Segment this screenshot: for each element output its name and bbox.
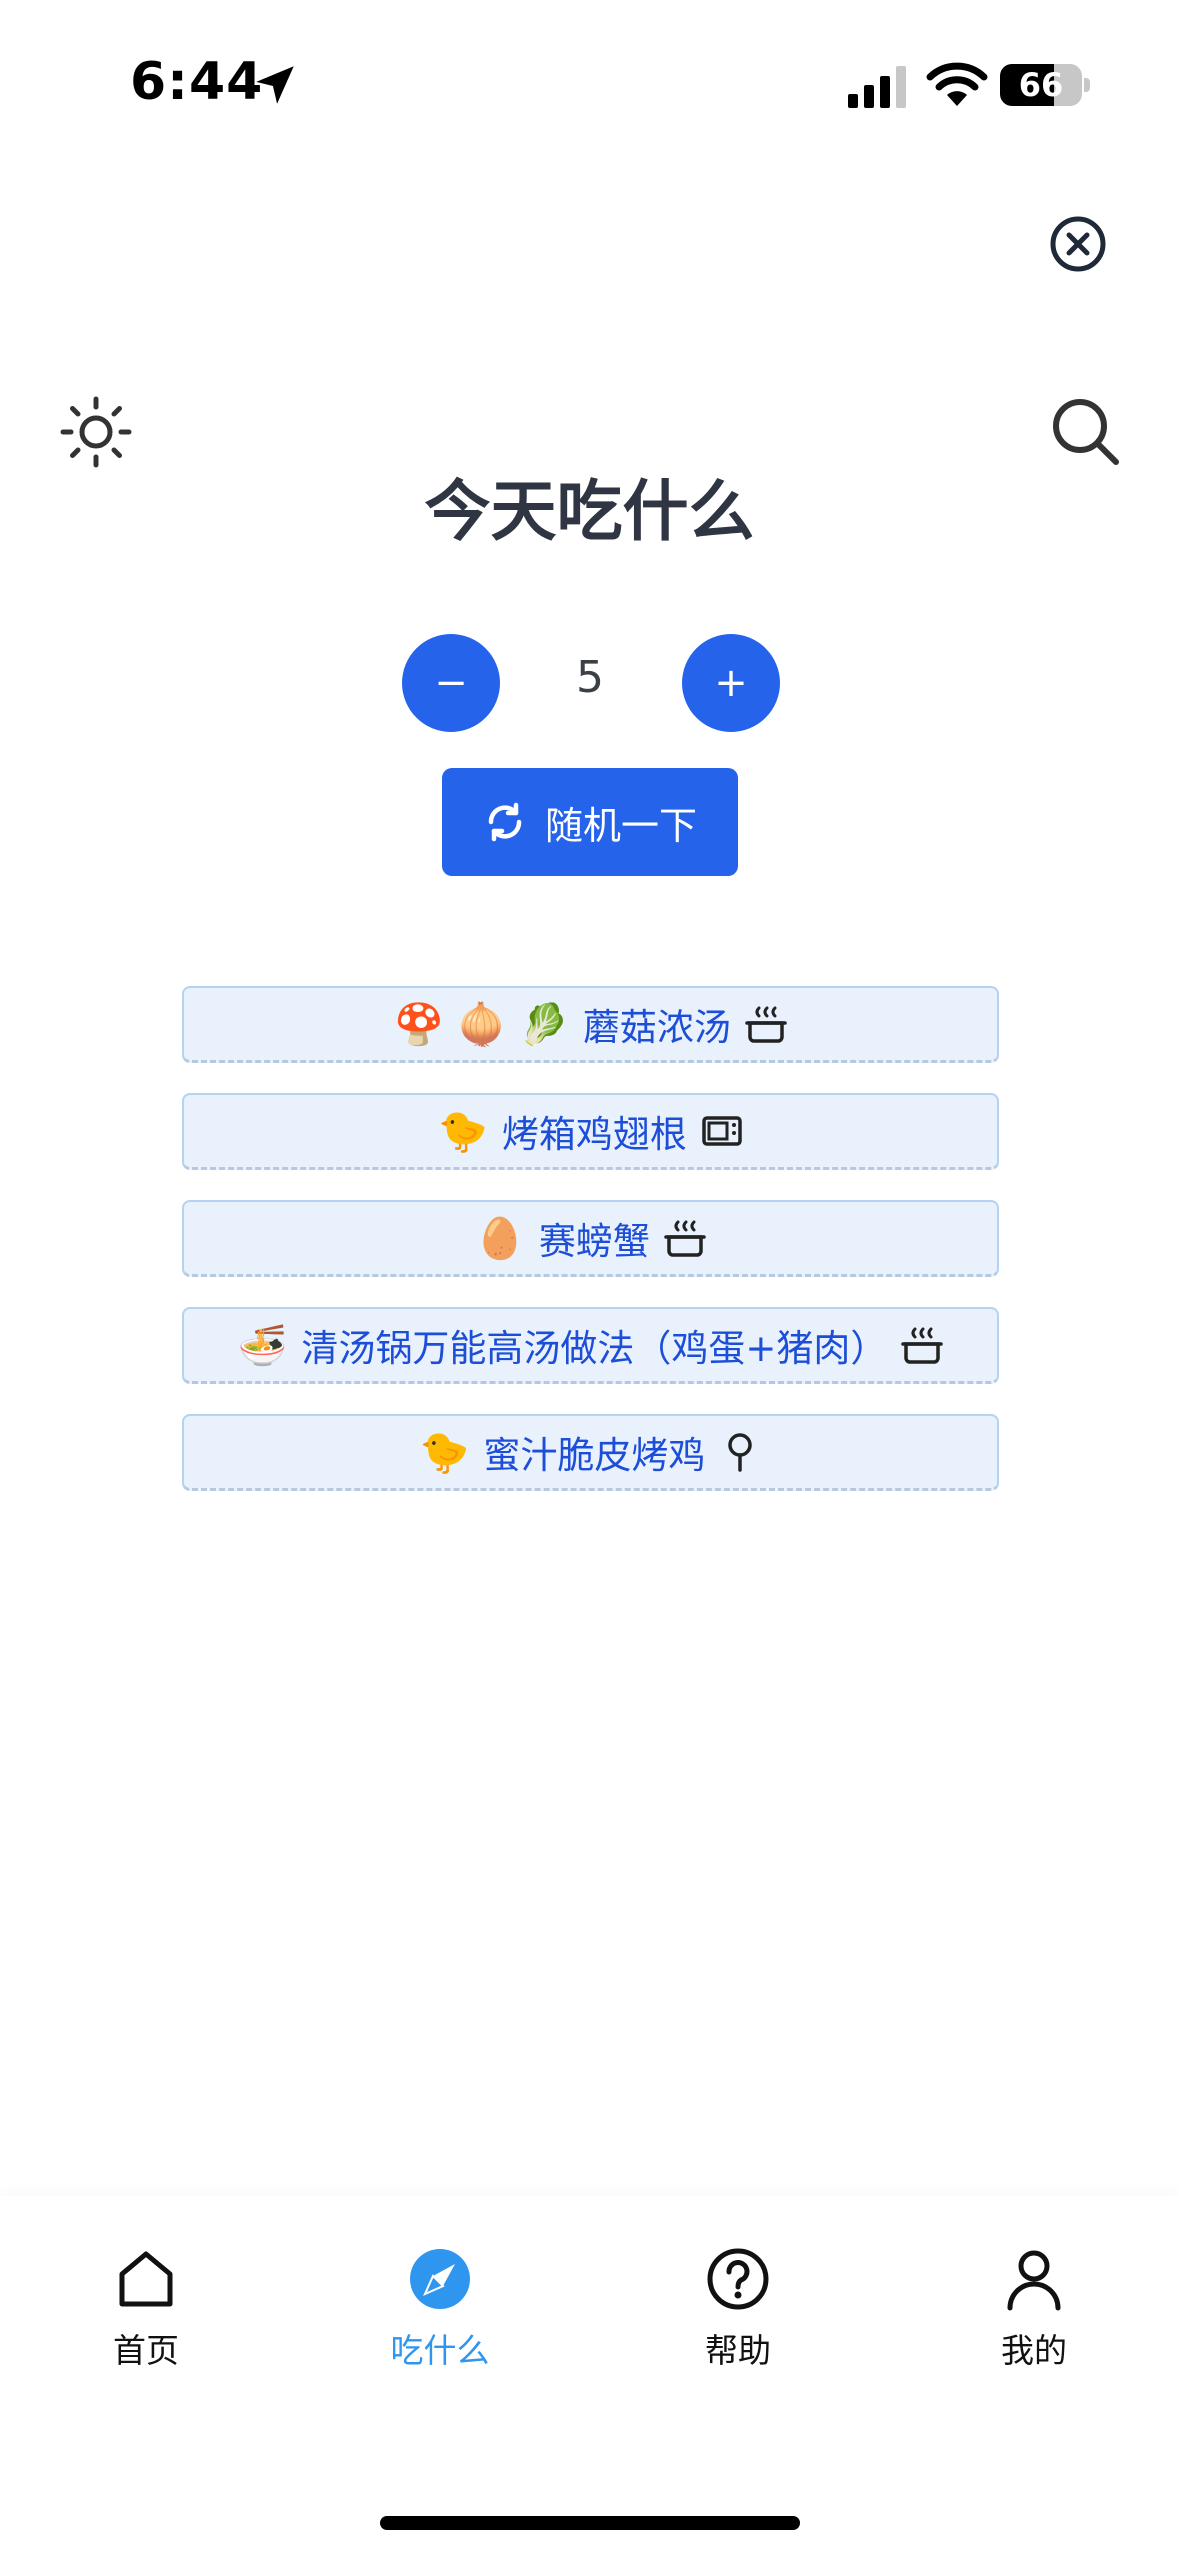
- tab-home[interactable]: 首页: [46, 2246, 246, 2372]
- battery-percent: 66: [1018, 66, 1064, 104]
- ingredient-emoji: 🐤: [419, 1429, 470, 1476]
- pan-icon: [728, 1433, 753, 1472]
- tab-mine[interactable]: 我的: [934, 2246, 1134, 2372]
- dish-list: 🍄 🧅 🥬 蘑菇浓汤 🐤 烤箱鸡翅根 🥚 赛螃蟹 🍜 清汤锅万能高汤做法（鸡蛋+…: [182, 986, 999, 1521]
- oven-icon: [702, 1116, 742, 1146]
- ingredient-emoji: 🍄 🧅 🥬: [394, 1001, 569, 1048]
- tab-label: 首页: [113, 2331, 179, 2370]
- home-icon: [119, 2251, 173, 2307]
- dish-name: 蘑菇浓汤: [582, 1006, 731, 1049]
- battery-indicator: 66: [1000, 64, 1082, 106]
- home-indicator: [380, 2516, 800, 2530]
- tab-label: 我的: [1001, 2331, 1067, 2370]
- ingredient-emoji: 🥚: [475, 1215, 525, 1262]
- help-icon: [707, 2248, 769, 2310]
- refresh-icon: [488, 802, 522, 842]
- cellular-signal-icon: [848, 66, 906, 108]
- random-button-label: 随机一下: [544, 803, 697, 848]
- random-button[interactable]: 随机一下: [442, 768, 738, 876]
- pot-icon: [901, 1327, 944, 1364]
- dish-item[interactable]: 🥚 赛螃蟹: [182, 1200, 999, 1277]
- dish-name: 清汤锅万能高汤做法（鸡蛋+猪肉）: [301, 1327, 888, 1370]
- user-icon: [1007, 2250, 1061, 2311]
- location-arrow-icon: [256, 66, 294, 104]
- ingredient-emoji: 🍜: [237, 1322, 288, 1369]
- compass-icon: [410, 2249, 470, 2309]
- tab-label: 吃什么: [390, 2331, 490, 2370]
- dish-name: 赛螃蟹: [538, 1220, 650, 1263]
- status-time: 6:44: [130, 52, 264, 112]
- tab-label: 帮助: [705, 2331, 771, 2370]
- dish-item[interactable]: 🍄 🧅 🥬 蘑菇浓汤: [182, 986, 999, 1063]
- wifi-icon: [926, 62, 988, 106]
- dish-item[interactable]: 🍜 清汤锅万能高汤做法（鸡蛋+猪肉）: [182, 1307, 999, 1384]
- increase-count-button[interactable]: +: [682, 634, 780, 732]
- pot-icon: [664, 1220, 706, 1257]
- dish-name: 蜜汁脆皮烤鸡: [483, 1434, 706, 1477]
- dish-item[interactable]: 🐤 蜜汁脆皮烤鸡: [182, 1414, 999, 1491]
- decrease-count-button[interactable]: −: [402, 634, 500, 732]
- tab-help[interactable]: 帮助: [638, 2246, 838, 2372]
- close-icon[interactable]: [1048, 214, 1108, 274]
- battery-cap: [1084, 78, 1090, 92]
- pot-icon: [745, 1006, 787, 1043]
- dish-name: 烤箱鸡翅根: [501, 1113, 687, 1156]
- tab-eat-what[interactable]: 吃什么: [340, 2246, 540, 2372]
- dish-item[interactable]: 🐤 烤箱鸡翅根: [182, 1093, 999, 1170]
- tab-bar: 首页 吃什么 帮助 我的: [0, 2196, 1179, 2556]
- ingredient-emoji: 🐤: [438, 1108, 488, 1155]
- dish-count: 5: [576, 652, 604, 703]
- page-title: 今天吃什么: [424, 473, 755, 550]
